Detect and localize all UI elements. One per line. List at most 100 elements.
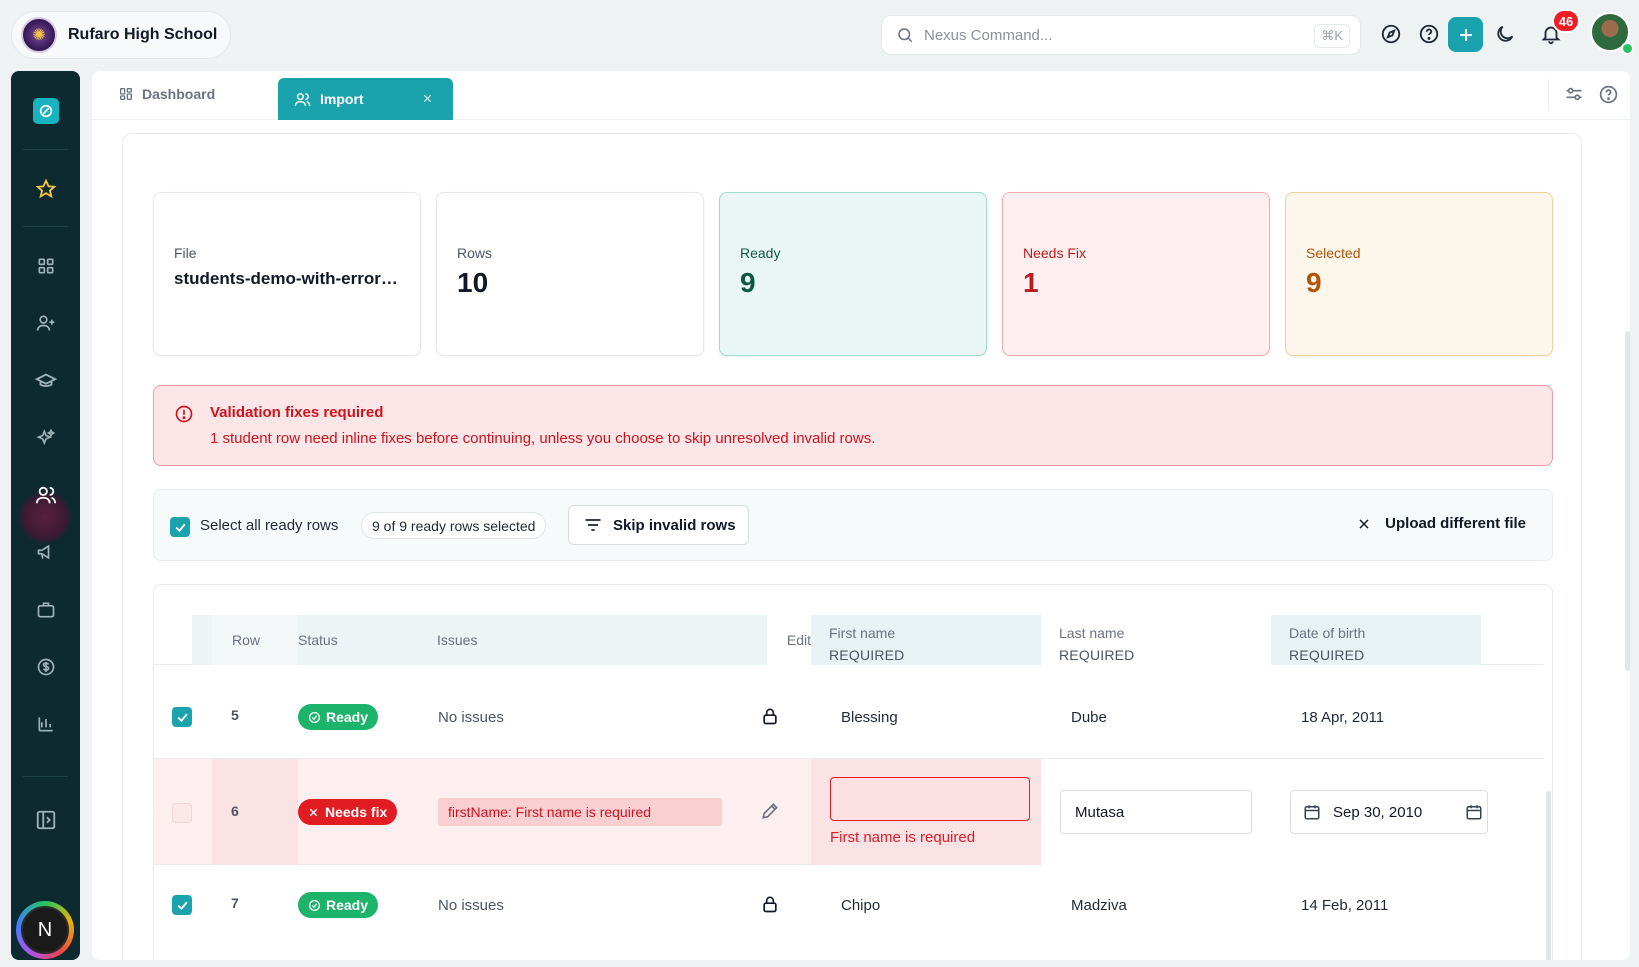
tab-import[interactable]: Import xyxy=(278,78,453,120)
alert-circle-icon xyxy=(175,405,193,423)
stat-selected-label: Selected xyxy=(1306,245,1361,261)
selection-toolbar: Select all ready rows 9 of 9 ready rows … xyxy=(153,489,1553,561)
lock-icon xyxy=(760,894,780,914)
help-icon[interactable] xyxy=(1417,22,1441,46)
stat-file: File students-demo-with-errors.csv xyxy=(153,192,421,356)
first-name-value[interactable]: Blessing xyxy=(841,709,898,726)
select-all-label[interactable]: Select all ready rows xyxy=(200,517,338,534)
stat-ready: Ready 9 xyxy=(719,192,987,356)
school-switcher[interactable]: ✺ Rufaro High School xyxy=(11,11,231,59)
import-card: File students-demo-with-errors.csv Rows … xyxy=(122,133,1582,960)
dob-picker[interactable]: Sep 30, 2010 xyxy=(1290,790,1488,834)
status-badge: Ready xyxy=(298,704,379,730)
select-all-checkbox[interactable] xyxy=(170,517,190,537)
sidebar-item-finance[interactable] xyxy=(11,645,80,689)
row-checkbox[interactable] xyxy=(172,895,192,915)
first-name-input[interactable] xyxy=(830,777,1030,821)
pencil-icon[interactable] xyxy=(760,801,780,821)
check-icon xyxy=(174,523,186,532)
stat-file-value: students-demo-with-errors.csv xyxy=(174,269,400,288)
sidebar-item-reports[interactable] xyxy=(11,702,80,746)
sidebar: N xyxy=(11,71,80,960)
sidebar-item-academics[interactable] xyxy=(11,359,80,403)
stat-ready-value: 9 xyxy=(740,267,756,298)
sidebar-item-favorites[interactable] xyxy=(11,167,80,211)
app-logo[interactable] xyxy=(11,89,80,133)
dollar-icon xyxy=(37,658,54,676)
status-badge: Needs fix xyxy=(298,799,398,825)
th-date-of-birth: Date of birth REQUIRED xyxy=(1271,615,1481,665)
school-logo: ✺ xyxy=(21,17,57,53)
stat-needs-fix-value: 1 xyxy=(1023,267,1039,298)
sidebar-toggle[interactable] xyxy=(11,798,80,842)
sliders-icon[interactable] xyxy=(1564,84,1584,109)
close-icon xyxy=(1359,518,1369,529)
briefcase-icon xyxy=(37,602,54,618)
star-icon xyxy=(35,178,56,199)
notification-badge: 46 xyxy=(1552,9,1580,33)
command-search[interactable]: ⌘K xyxy=(881,15,1361,55)
main-panel: Dashboard Import File students-demo-with… xyxy=(92,71,1630,960)
row-checkbox[interactable] xyxy=(172,707,192,727)
sidebar-item-staff[interactable] xyxy=(11,588,80,632)
status-badge: Ready xyxy=(298,892,379,918)
stat-rows-value: 10 xyxy=(457,267,489,298)
sidebar-item-announcements[interactable] xyxy=(11,530,80,574)
sidebar-item-ai[interactable] xyxy=(11,416,80,460)
sidebar-item-students[interactable] xyxy=(11,473,80,517)
compass-icon[interactable] xyxy=(1379,22,1403,46)
graduation-cap-icon xyxy=(34,373,57,387)
stat-needs-fix-label: Needs Fix xyxy=(1023,245,1087,261)
check-circle-icon xyxy=(308,711,321,723)
calendar-icon[interactable] xyxy=(1465,803,1483,821)
search-input[interactable] xyxy=(924,26,1284,44)
first-name-value[interactable]: Chipo xyxy=(841,897,880,914)
table-row: 7 Ready No issues Chipo Madziva 14 Feb, … xyxy=(154,865,1544,947)
th-edit: Edit xyxy=(767,615,811,665)
table-row-error: 6 Needs fix firstName: First name is req… xyxy=(154,759,1544,865)
shortcut-hint: ⌘K xyxy=(1314,24,1350,48)
tab-dashboard[interactable]: Dashboard xyxy=(118,86,215,102)
import-table: Row Status Issues Edit First name REQUIR… xyxy=(153,584,1553,960)
stat-ready-label: Ready xyxy=(740,245,781,261)
sidebar-item-add-user[interactable] xyxy=(11,301,80,345)
calendar-icon xyxy=(1304,805,1320,820)
lock-icon xyxy=(760,706,780,726)
last-name-value[interactable]: Dube xyxy=(1071,709,1107,726)
help-icon[interactable] xyxy=(1598,84,1619,110)
table-scrollbar[interactable] xyxy=(1546,791,1551,960)
upload-different-file-button[interactable]: Upload different file xyxy=(1357,515,1526,532)
first-name-error: First name is required xyxy=(830,829,976,846)
sparkles-icon xyxy=(35,428,55,446)
grid-icon xyxy=(38,258,54,274)
dob-value[interactable]: 18 Apr, 2011 xyxy=(1301,709,1384,726)
check-icon xyxy=(176,713,188,722)
bar-chart-icon xyxy=(38,717,53,732)
alert-text: 1 student row need inline fixes before c… xyxy=(210,430,876,447)
x-icon xyxy=(309,808,318,816)
close-icon[interactable] xyxy=(419,90,435,106)
table-row: 5 Ready No issues Blessing Dube 18 Apr, … xyxy=(154,677,1544,759)
user-menu-avatar[interactable]: N xyxy=(16,901,74,959)
moon-icon[interactable] xyxy=(1493,22,1517,46)
users-icon xyxy=(35,486,56,504)
sidebar-item-dashboard[interactable] xyxy=(11,244,80,288)
th-first-name: First name REQUIRED xyxy=(811,615,1041,665)
tab-bar: Dashboard Import xyxy=(92,71,1630,120)
skip-invalid-rows-button[interactable]: Skip invalid rows xyxy=(568,505,749,545)
row-number: 7 xyxy=(231,895,239,911)
panel-toggle-icon xyxy=(36,810,55,830)
dob-value[interactable]: 14 Feb, 2011 xyxy=(1301,897,1388,914)
add-button[interactable] xyxy=(1448,17,1483,52)
page-scrollbar[interactable] xyxy=(1625,331,1630,671)
check-icon xyxy=(176,901,188,910)
last-name-input[interactable]: Mutasa xyxy=(1060,790,1252,834)
tab-dashboard-label: Dashboard xyxy=(142,86,216,102)
row-checkbox[interactable] xyxy=(172,803,192,823)
school-name: Rufaro High School xyxy=(68,26,218,43)
last-name-value[interactable]: Madziva xyxy=(1071,897,1127,914)
stat-selected: Selected 9 xyxy=(1285,192,1553,356)
issue-chip: firstName: First name is required xyxy=(438,798,722,826)
users-icon xyxy=(294,92,311,106)
th-row: Row xyxy=(212,615,298,665)
